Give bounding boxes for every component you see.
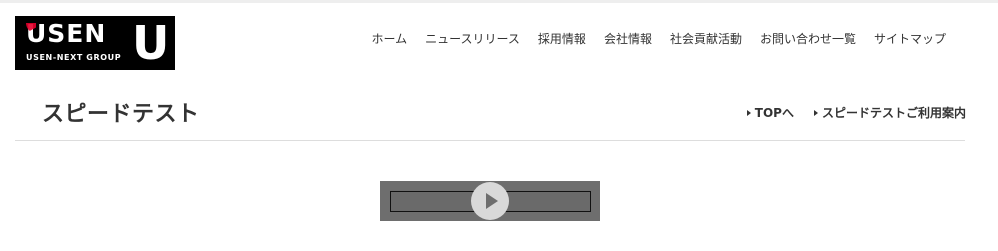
play-icon: [486, 193, 498, 209]
nav-item-company[interactable]: 会社情報: [604, 30, 652, 47]
top-strip: [0, 0, 998, 3]
page-title: スピードテスト: [42, 102, 200, 127]
usen-logo[interactable]: USEN USEN-NEXT GROUP U: [15, 16, 175, 70]
speedtest-guide-link-label: スピードテストご利用案内: [821, 106, 966, 120]
sub-links: TOPへ スピードテストご利用案内: [746, 104, 966, 121]
nav-item-recruit[interactable]: 採用情報: [538, 30, 586, 47]
nav-item-csr[interactable]: 社会貢献活動: [670, 30, 742, 47]
global-nav: ホーム ニュースリリース 採用情報 会社情報 社会貢献活動 お問い合わせ一覧 サ…: [371, 30, 946, 47]
logo-u-mark: U: [132, 16, 170, 70]
nav-item-contact[interactable]: お問い合わせ一覧: [760, 30, 856, 47]
speedtest-player: [380, 181, 600, 221]
title-divider: [15, 140, 965, 141]
logo-brand-text: USEN: [26, 19, 107, 48]
top-link-label: TOPへ: [754, 106, 794, 120]
speedtest-guide-link[interactable]: スピードテストご利用案内: [813, 104, 966, 121]
play-button[interactable]: [471, 182, 509, 220]
logo-group-text: USEN-NEXT GROUP: [26, 53, 122, 62]
nav-item-sitemap[interactable]: サイトマップ: [874, 30, 946, 47]
arrow-right-icon: [813, 109, 818, 116]
nav-item-home[interactable]: ホーム: [371, 30, 407, 47]
top-link[interactable]: TOPへ: [746, 104, 794, 121]
arrow-right-icon: [746, 109, 751, 116]
nav-item-news-release[interactable]: ニュースリリース: [425, 30, 520, 47]
